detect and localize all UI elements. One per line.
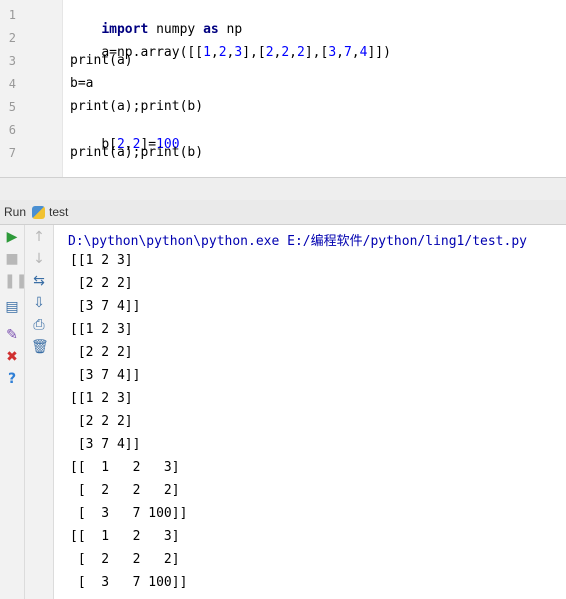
code-line[interactable]: print(a) bbox=[70, 53, 133, 68]
run-toolbar-left: ▶ ■ ❚❚ ▤ ✎ ✖ ? bbox=[0, 225, 27, 599]
number-literal: 1 bbox=[203, 45, 211, 60]
console-output-line: [2 2 2] bbox=[70, 276, 133, 291]
code-text: ]]) bbox=[367, 45, 391, 60]
pin-icon[interactable]: ✎ bbox=[4, 327, 20, 343]
panel-divider[interactable] bbox=[0, 177, 566, 200]
console-output-line: [ 3 7 100]] bbox=[70, 506, 188, 521]
code-text: , bbox=[351, 45, 360, 60]
wrap-icon[interactable]: ⇆ bbox=[31, 273, 47, 289]
console-output-line: [3 7 4]] bbox=[70, 299, 141, 314]
number-literal: 2 bbox=[297, 45, 305, 60]
down-arrow-icon[interactable]: ↓ bbox=[31, 251, 47, 267]
line-number: 1 bbox=[8, 8, 16, 22]
console-output-line: [[1 2 3] bbox=[70, 391, 133, 406]
console-command-line: D:\python\python\python.exe E:/编程软件/pyth… bbox=[68, 234, 527, 249]
console-output-line: [2 2 2] bbox=[70, 414, 133, 429]
stop-icon[interactable]: ■ bbox=[4, 251, 20, 267]
code-line[interactable]: print(a);print(b) bbox=[70, 99, 203, 114]
code-text: ],[ bbox=[304, 45, 329, 60]
python-file-icon bbox=[32, 205, 46, 219]
scroll-end-icon[interactable]: ⇩ bbox=[31, 295, 47, 311]
console-output-line: [3 7 4]] bbox=[70, 437, 141, 452]
console-output-line: [ 2 2 2] bbox=[70, 552, 180, 567]
trash-icon[interactable]: 🗑 bbox=[31, 339, 49, 355]
run-toolbar-right: ↑ ↓ ⇆ ⇩ ⎙ 🗑 bbox=[25, 225, 54, 599]
run-tool-window-header: Run test bbox=[0, 200, 566, 225]
up-arrow-icon[interactable]: ↑ bbox=[31, 229, 47, 245]
console-output[interactable]: D:\python\python\python.exe E:/编程软件/pyth… bbox=[54, 225, 566, 599]
line-number: 3 bbox=[8, 54, 16, 68]
line-number: 2 bbox=[8, 31, 16, 45]
console-output-line: [[1 2 3] bbox=[70, 253, 133, 268]
number-literal: 2 bbox=[281, 45, 290, 60]
layout-icon[interactable]: ▤ bbox=[4, 299, 20, 315]
run-label: Run bbox=[4, 205, 27, 219]
code-text: ],[ bbox=[242, 45, 266, 60]
line-number: 4 bbox=[8, 77, 16, 91]
code-line[interactable]: b=a bbox=[70, 76, 93, 91]
code-line[interactable]: print(a);print(b) bbox=[70, 145, 203, 160]
code-editor[interactable]: 1 2 3 4 5 6 7 import numpy as np a=np.ar… bbox=[0, 0, 566, 177]
console-output-line: [3 7 4]] bbox=[70, 368, 141, 383]
number-literal: 7 bbox=[343, 45, 352, 60]
console-output-line: [[1 2 3] bbox=[70, 322, 133, 337]
code-text: , bbox=[210, 45, 219, 60]
number-literal: 3 bbox=[328, 45, 337, 60]
console-output-line: [[ 1 2 3] bbox=[70, 460, 180, 475]
number-literal: 2 bbox=[218, 45, 227, 60]
line-number-gutter: 1 2 3 4 5 6 7 bbox=[0, 0, 63, 177]
line-number: 5 bbox=[8, 100, 16, 114]
line-number: 7 bbox=[8, 146, 16, 160]
console-output-line: [ 2 2 2] bbox=[70, 483, 180, 498]
run-icon[interactable]: ▶ bbox=[4, 229, 20, 245]
print-icon[interactable]: ⎙ bbox=[31, 317, 47, 333]
close-icon[interactable]: ✖ bbox=[4, 349, 20, 365]
console-output-line: [[ 1 2 3] bbox=[70, 529, 180, 544]
number-literal: 2 bbox=[265, 45, 274, 60]
run-tab-test[interactable]: test bbox=[49, 205, 68, 219]
help-icon[interactable]: ? bbox=[4, 371, 20, 387]
line-number: 6 bbox=[8, 123, 16, 137]
pause-icon[interactable]: ❚❚ bbox=[4, 273, 27, 289]
console-output-line: [ 3 7 100]] bbox=[70, 575, 188, 590]
code-text: , bbox=[289, 45, 297, 60]
console-output-line: [2 2 2] bbox=[70, 345, 133, 360]
code-text: , bbox=[336, 45, 344, 60]
